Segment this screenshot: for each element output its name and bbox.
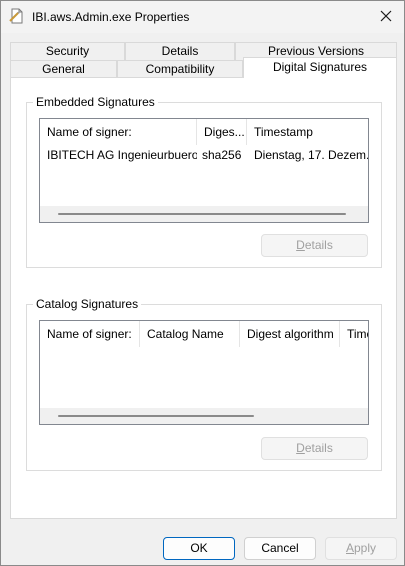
title-bar[interactable]: IBI.aws.Admin.exe Properties [1,1,404,33]
scrollbar-thumb[interactable] [58,415,254,417]
close-icon [380,10,392,22]
button-mnemonic: D [296,441,305,455]
horizontal-scrollbar[interactable] [40,408,368,424]
column-label: Diges... [204,125,245,139]
column-label: Timestamp [254,125,313,139]
button-label-suffix: pply [354,541,377,555]
embedded-signatures-label: Embedded Signatures [33,95,158,109]
catalog-signatures-group: Catalog Signatures Name of signer: Catal… [26,297,382,471]
tab-label: Security [45,44,90,58]
embedded-signatures-group: Embedded Signatures Name of signer: Dige… [26,95,382,268]
tab-compatibility[interactable]: Compatibility [117,60,243,78]
column-header-digest[interactable]: Diges... [197,119,247,145]
embedded-signatures-list[interactable]: Name of signer: Diges... Timestamp IBITE… [39,118,369,223]
button-mnemonic: A [345,541,354,555]
list-row[interactable]: IBITECH AG Ingenieurbuero ... sha256 Die… [40,145,368,165]
column-label: Catalog Name [147,327,224,341]
tab-label: Digital Signatures [272,60,368,74]
tab-general[interactable]: General [10,60,117,78]
column-label: Name of signer: [47,125,132,139]
button-mnemonic: D [296,238,305,252]
column-header-signer[interactable]: Name of signer: [40,321,140,347]
column-label: Name of signer: [47,327,132,341]
button-label-suffix: etails [304,441,333,455]
tab-label: Details [161,44,199,58]
column-header-timestamp[interactable]: Time [340,321,368,347]
catalog-signatures-label: Catalog Signatures [33,297,142,311]
cancel-button[interactable]: Cancel [244,537,316,560]
properties-dialog: IBI.aws.Admin.exe Properties Security De… [0,0,405,566]
digital-signatures-panel: Embedded Signatures Name of signer: Dige… [10,77,397,519]
tab-label: Compatibility [145,62,215,76]
close-button[interactable] [368,1,404,31]
tab-details[interactable]: Details [125,42,235,60]
column-header-digest-algorithm[interactable]: Digest algorithm [240,321,340,347]
list-header: Name of signer: Diges... Timestamp [40,119,368,145]
list-header: Name of signer: Catalog Name Digest algo… [40,321,368,347]
scrollbar-thumb[interactable] [58,213,346,215]
window-title: IBI.aws.Admin.exe Properties [32,10,190,24]
button-label: Cancel [261,541,299,555]
apply-button[interactable]: Apply [325,537,397,560]
tab-label: Previous Versions [267,44,365,58]
cell-timestamp: Dienstag, 17. Dezem... [254,148,369,162]
tab-security[interactable]: Security [10,42,125,60]
embedded-details-button[interactable]: Details [261,234,368,257]
ok-button[interactable]: OK [163,537,235,560]
cell-digest: sha256 [202,148,242,162]
cell-signer: IBITECH AG Ingenieurbuero ... [47,148,197,162]
tab-label: General [42,62,85,76]
catalog-details-button[interactable]: Details [261,437,368,460]
catalog-signatures-list[interactable]: Name of signer: Catalog Name Digest algo… [39,320,369,425]
file-properties-icon [9,8,25,24]
column-header-catalog-name[interactable]: Catalog Name [140,321,240,347]
button-label-suffix: etails [304,238,333,252]
column-label: Time [347,327,368,341]
button-label: OK [190,541,208,555]
horizontal-scrollbar[interactable] [40,206,368,222]
tab-digital-signatures[interactable]: Digital Signatures [243,57,397,78]
column-label: Digest algorithm [247,327,334,341]
column-header-signer[interactable]: Name of signer: [40,119,197,145]
column-header-timestamp[interactable]: Timestamp [247,119,368,145]
